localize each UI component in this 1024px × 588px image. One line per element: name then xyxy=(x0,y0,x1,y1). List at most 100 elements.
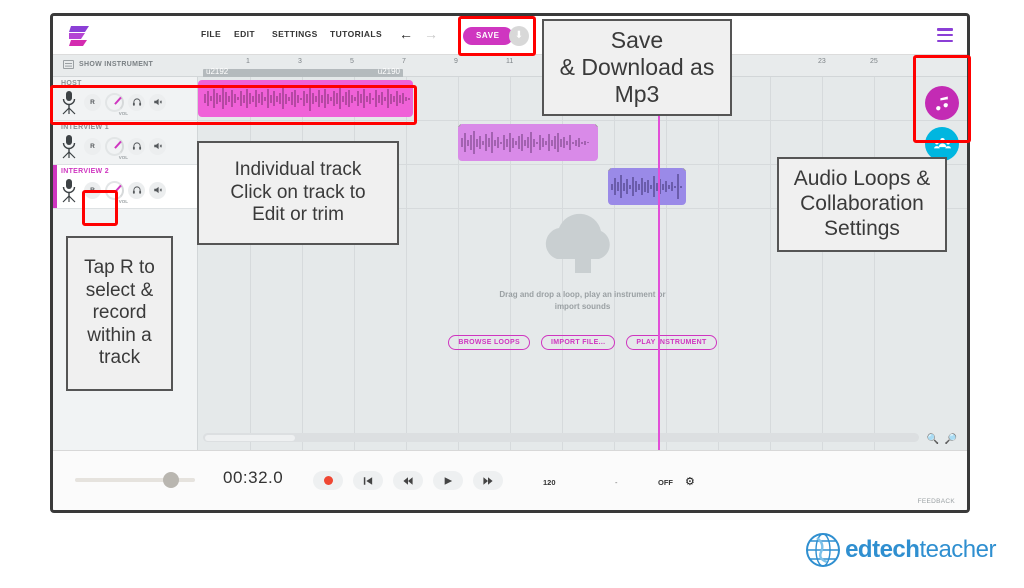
save-button[interactable]: SAVE xyxy=(463,27,513,45)
import-file-button[interactable]: IMPORT FILE... xyxy=(541,335,615,350)
zoom-in-icon[interactable]: 🔍 xyxy=(927,434,939,445)
callout-line: record xyxy=(84,302,155,324)
callout-line: Settings xyxy=(794,217,931,242)
music-note-icon xyxy=(934,95,951,112)
waveform xyxy=(198,80,413,117)
zoom-out-icon[interactable]: 🔎 xyxy=(945,434,957,445)
edtechteacher-logo: edtechteacher xyxy=(803,530,996,570)
master-volume-slider[interactable] xyxy=(75,478,195,482)
timeline-grid[interactable]: Drag and drop a loop, play an instrument… xyxy=(198,77,967,450)
callout-line: track xyxy=(84,347,155,369)
menu-settings[interactable]: SETTINGS xyxy=(272,29,318,39)
callout-line: Save xyxy=(560,27,715,54)
brand-light-text: teacher xyxy=(919,536,996,563)
speaker-mute-icon[interactable] xyxy=(149,182,166,199)
empty-state-line-2: import sounds xyxy=(198,301,967,313)
track-record-button[interactable]: R xyxy=(84,138,101,155)
rewind-icon xyxy=(403,476,413,486)
menu-edit[interactable]: EDIT xyxy=(234,29,255,39)
skip-to-start-button[interactable] xyxy=(353,471,383,490)
play-instrument-button[interactable]: PLAY INSTRUMENT xyxy=(626,335,716,350)
download-icon[interactable]: ⬇ xyxy=(509,26,529,46)
top-menu-bar: FILE EDIT SETTINGS TUTORIALS ← → SAVE ⬇ xyxy=(53,16,967,55)
track-name: INTERVIEW 2 xyxy=(61,168,109,175)
callout-line: within a xyxy=(84,325,155,347)
audio-loops-button[interactable] xyxy=(925,86,959,120)
soundtrap-logo[interactable] xyxy=(67,24,93,48)
audio-clip-interview-2[interactable] xyxy=(608,168,686,205)
menu-file[interactable]: FILE xyxy=(201,29,221,39)
callout-line: Tap R to xyxy=(84,257,155,279)
headphones-icon[interactable] xyxy=(128,94,145,111)
waveform xyxy=(458,124,598,161)
callout-line: Individual track xyxy=(230,159,365,181)
volume-knob[interactable]: VOL xyxy=(105,181,124,200)
track-header-interview-2[interactable]: INTERVIEW 2 R VOL xyxy=(53,165,198,209)
collaboration-button[interactable] xyxy=(925,127,959,161)
playhead[interactable] xyxy=(658,77,660,450)
callout-line: Audio Loops & xyxy=(794,167,931,192)
skip-start-icon xyxy=(363,476,373,486)
feedback-link[interactable]: FEEDBACK xyxy=(918,498,955,505)
rewind-button[interactable] xyxy=(393,471,423,490)
track-name: INTERVIEW 1 xyxy=(61,124,109,131)
volume-knob[interactable]: VOL xyxy=(105,137,124,156)
headphones-icon[interactable] xyxy=(128,138,145,155)
record-button[interactable] xyxy=(313,471,343,490)
gear-icon[interactable]: ⚙ xyxy=(685,475,695,488)
save-callout: Save & Download as Mp3 xyxy=(542,19,732,116)
empty-state-line-1: Drag and drop a loop, play an instrument… xyxy=(198,289,967,301)
callout-line: select & xyxy=(84,280,155,302)
show-instrument-label: SHOW INSTRUMENT xyxy=(79,61,153,68)
callout-line: Edit or trim xyxy=(230,204,365,226)
fast-forward-button[interactable] xyxy=(473,471,503,490)
ruler-tick: 1 xyxy=(246,58,250,65)
metronome-state[interactable]: OFF xyxy=(658,478,673,487)
audio-clip-host[interactable] xyxy=(198,80,413,117)
audio-clip-interview-1[interactable] xyxy=(458,124,598,161)
callout-line: Click on track to xyxy=(230,182,365,204)
brand-bold-text: edtech xyxy=(845,536,919,563)
track-record-button[interactable]: R xyxy=(84,182,101,199)
tempo-value[interactable]: 120 xyxy=(543,478,556,487)
record-dot-icon xyxy=(324,476,333,485)
soundtrap-app-window: FILE EDIT SETTINGS TUTORIALS ← → SAVE ⬇ … xyxy=(50,13,970,513)
loops-callout: Audio Loops & Collaboration Settings xyxy=(777,157,947,252)
hamburger-menu-icon[interactable] xyxy=(937,28,953,42)
redo-arrow-icon[interactable]: → xyxy=(424,26,438,42)
track-header-interview-1[interactable]: INTERVIEW 1 R VOL xyxy=(53,121,198,165)
browse-loops-button[interactable]: BROWSE LOOPS xyxy=(448,335,530,350)
keyboard-icon xyxy=(63,60,74,69)
speaker-mute-icon[interactable] xyxy=(149,138,166,155)
screenshot-root: FILE EDIT SETTINGS TUTORIALS ← → SAVE ⬇ … xyxy=(0,0,1024,588)
track-callout: Individual track Click on track to Edit … xyxy=(197,141,399,245)
waveform xyxy=(608,168,686,205)
upload-cloud-icon xyxy=(531,203,635,281)
side-action-buttons xyxy=(925,86,959,168)
time-display: 00:32.0 xyxy=(223,468,283,488)
track-record-button[interactable]: R xyxy=(84,94,101,111)
track-name: HOST xyxy=(61,80,82,87)
callout-line: Collaboration xyxy=(794,192,931,217)
ruler-tick: 23 xyxy=(818,58,826,65)
speaker-mute-icon[interactable] xyxy=(149,94,166,111)
people-group-icon xyxy=(934,136,951,153)
horizontal-scrollbar[interactable] xyxy=(203,433,919,442)
play-button[interactable] xyxy=(433,471,463,490)
play-icon xyxy=(443,476,453,486)
ruler-tick: 7 xyxy=(402,58,406,65)
menu-tutorials[interactable]: TUTORIALS xyxy=(330,29,382,39)
volume-label: VOL xyxy=(119,111,128,116)
editor-area: HOST R VOL xyxy=(53,77,967,450)
volume-knob[interactable]: VOL xyxy=(105,93,124,112)
undo-arrow-icon[interactable]: ← xyxy=(399,26,413,42)
headphones-icon[interactable] xyxy=(128,182,145,199)
record-callout: Tap R to select & record within a track xyxy=(66,236,173,391)
time-signature-value[interactable]: - xyxy=(615,478,618,487)
show-instrument-button[interactable]: SHOW INSTRUMENT xyxy=(63,60,153,69)
microphone-icon xyxy=(58,133,80,159)
microphone-icon xyxy=(58,89,80,115)
track-header-host[interactable]: HOST R VOL xyxy=(53,77,198,121)
track-selected-indicator xyxy=(53,165,57,208)
fast-forward-icon xyxy=(483,476,493,486)
